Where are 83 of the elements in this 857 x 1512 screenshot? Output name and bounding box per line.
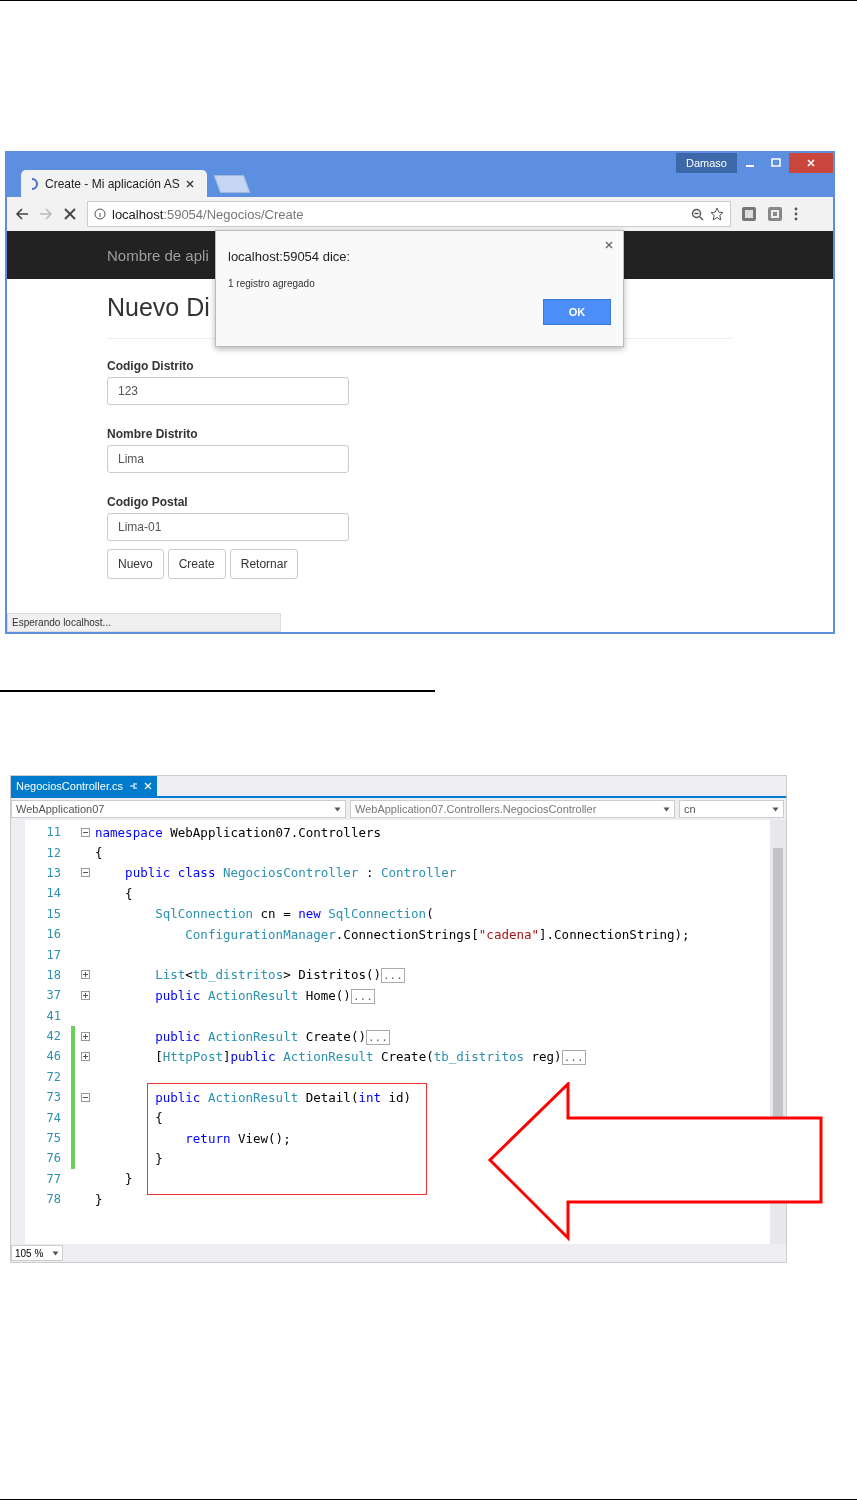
expand-icon[interactable]: [80, 1031, 90, 1041]
address-bar[interactable]: localhost:59054/Negocios/Create: [87, 201, 731, 227]
status-bubble: Esperando localhost...: [7, 613, 281, 632]
extension-icon[interactable]: [741, 206, 757, 222]
user-badge[interactable]: Damaso: [676, 153, 737, 173]
field-label: Codigo Distrito: [107, 359, 195, 373]
line-number: 74: [45, 1110, 61, 1125]
line-number: 46: [45, 1049, 61, 1064]
zoom-icon[interactable]: [691, 207, 704, 221]
browser-tab[interactable]: Create - Mi aplicación AS: [21, 170, 207, 197]
dialog-message: 1 registro agregado: [228, 278, 316, 289]
caret-icon[interactable]: [772, 806, 779, 812]
line-number: 37: [45, 988, 61, 1003]
zoom-dropdown[interactable]: 105 %: [11, 1245, 63, 1261]
stop-icon[interactable]: [63, 207, 77, 221]
line-number: 42: [45, 1029, 61, 1044]
pin-icon[interactable]: [129, 782, 138, 790]
loading-icon: [29, 177, 39, 190]
close-icon[interactable]: [185, 179, 194, 188]
line-number: 14: [45, 886, 61, 901]
info-icon: [94, 208, 106, 220]
form-button[interactable]: Nuevo: [107, 549, 164, 579]
line-number: 73: [45, 1090, 61, 1105]
code-line: [HttpPost]public ActionResult Create(tb_distritos reg) ...: [154, 1049, 586, 1064]
line-number: 11: [45, 825, 61, 840]
line-number: 75: [45, 1131, 61, 1146]
collapse-icon[interactable]: [80, 827, 90, 837]
menu-icon[interactable]: [793, 207, 799, 221]
caret-icon[interactable]: [334, 806, 341, 812]
collapse-icon[interactable]: [80, 868, 90, 878]
code-line: {: [95, 845, 103, 861]
star-icon[interactable]: [710, 207, 724, 221]
code-line: List<tb_distritos> Distritos() ...: [154, 967, 405, 983]
member-dropdown[interactable]: cn: [679, 800, 784, 818]
line-number: 12: [45, 845, 61, 860]
code-line: }: [124, 1171, 133, 1187]
expand-icon[interactable]: [80, 1052, 90, 1061]
close-button[interactable]: [789, 153, 833, 173]
line-number: 17: [45, 947, 61, 962]
code-line: public ActionResult Detail(int id): [154, 1089, 412, 1105]
dialog-title: localhost:59054 dice:: [228, 249, 352, 264]
line-number: 18: [45, 967, 61, 982]
line-number: 13: [45, 865, 61, 880]
line-number: 15: [45, 906, 61, 921]
code-line: public ActionResult Home() ...: [154, 987, 375, 1003]
field-label: Nombre Distrito: [107, 427, 199, 441]
line-number: 77: [45, 1171, 61, 1186]
class-dropdown[interactable]: WebApplication07.Controllers.NegociosController: [350, 800, 675, 818]
field-label: Codigo Postal: [107, 495, 189, 509]
input-field[interactable]: Lima-01: [107, 513, 349, 541]
expand-icon[interactable]: [80, 970, 90, 980]
code-line: public ActionResult Create() ...: [154, 1028, 390, 1044]
code-line: {: [154, 1110, 163, 1126]
tab-title: Create - Mi aplicación AS: [45, 176, 180, 191]
file-tab[interactable]: NegociosController.cs: [11, 776, 157, 796]
line-number: 76: [45, 1151, 61, 1166]
input-field[interactable]: 123: [107, 377, 349, 405]
code-line: }: [154, 1150, 163, 1166]
code-line: SqlConnection cn = new SqlConnection(: [154, 906, 434, 922]
back-icon[interactable]: [15, 207, 29, 221]
close-icon: [806, 158, 816, 168]
code-line: }: [95, 1191, 103, 1207]
navbar-brand[interactable]: Nombre de apli: [107, 246, 209, 264]
collapse-icon[interactable]: [80, 1092, 90, 1102]
project-dropdown[interactable]: WebApplication07: [11, 800, 346, 818]
form-button[interactable]: Retornar: [229, 549, 299, 579]
expand-icon[interactable]: [80, 990, 90, 1000]
caret-icon[interactable]: [52, 1250, 59, 1256]
form-button[interactable]: Create: [167, 549, 226, 579]
code-line: namespace WebApplication07.Controllers: [95, 824, 381, 840]
maximize-icon[interactable]: [771, 158, 781, 168]
close-icon[interactable]: [605, 241, 613, 249]
input-field[interactable]: Lima: [107, 445, 349, 473]
line-number: 16: [45, 927, 61, 942]
code-line: public class NegociosController : Controller: [124, 865, 457, 881]
line-number: 72: [45, 1069, 61, 1084]
code-line: ConfigurationManager.ConnectionStrings["cadena"].ConnectionString);: [184, 926, 690, 942]
line-number: 41: [45, 1008, 61, 1023]
code-line: return View();: [184, 1130, 291, 1146]
caret-icon[interactable]: [663, 806, 670, 812]
extension-icon[interactable]: [767, 206, 783, 222]
line-number: 78: [45, 1192, 61, 1207]
code-line: {: [124, 885, 133, 901]
